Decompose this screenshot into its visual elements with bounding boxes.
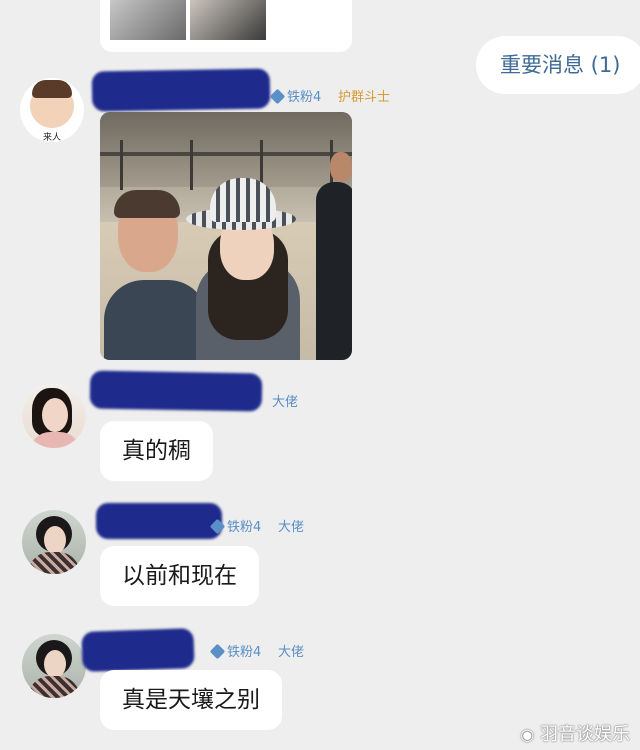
fan-badge: 铁粉4 (209, 641, 261, 660)
member-title: 护群斗士 (338, 90, 391, 105)
photo-building (100, 112, 352, 187)
avatar-face (42, 398, 68, 432)
previous-image-thumb-1 (110, 0, 186, 40)
image-message[interactable] (100, 112, 352, 360)
photo-person-background (316, 182, 352, 360)
diamond-icon (209, 518, 226, 535)
text-message[interactable]: 真是天壤之别 (100, 670, 282, 730)
weibo-icon: ◉ (520, 725, 535, 744)
watermark: ◉ 羽音谈娱乐 (520, 724, 630, 745)
avatar[interactable]: 来人 (20, 78, 84, 142)
previous-image-message[interactable] (100, 0, 352, 52)
previous-image-thumb-2 (190, 0, 266, 40)
diamond-icon (209, 643, 226, 660)
important-message-label: 重要消息 (1) (500, 53, 621, 77)
avatar[interactable] (22, 384, 86, 448)
redacted-username (89, 370, 263, 412)
redacted-username (91, 68, 271, 112)
fan-badge: 铁粉4 (209, 516, 261, 535)
redacted-username (96, 503, 222, 539)
avatar[interactable] (22, 634, 86, 698)
important-message-button[interactable]: 重要消息 (1) (476, 36, 640, 94)
fan-badge: 铁粉4 (269, 86, 321, 105)
member-title: 大佬 (272, 395, 299, 410)
member-title: 大佬 (278, 645, 305, 660)
avatar[interactable] (22, 510, 86, 574)
member-title: 大佬 (278, 520, 305, 535)
avatar-face (44, 526, 66, 554)
diamond-icon (269, 88, 286, 105)
text-message[interactable]: 以前和现在 (100, 546, 259, 606)
photo-person-man (104, 280, 208, 360)
text-message[interactable]: 真的稠 (100, 421, 213, 481)
redacted-username (81, 628, 195, 672)
avatar-face (44, 650, 66, 678)
avatar-caption: 来人 (42, 133, 61, 142)
avatar-hair (32, 80, 72, 98)
